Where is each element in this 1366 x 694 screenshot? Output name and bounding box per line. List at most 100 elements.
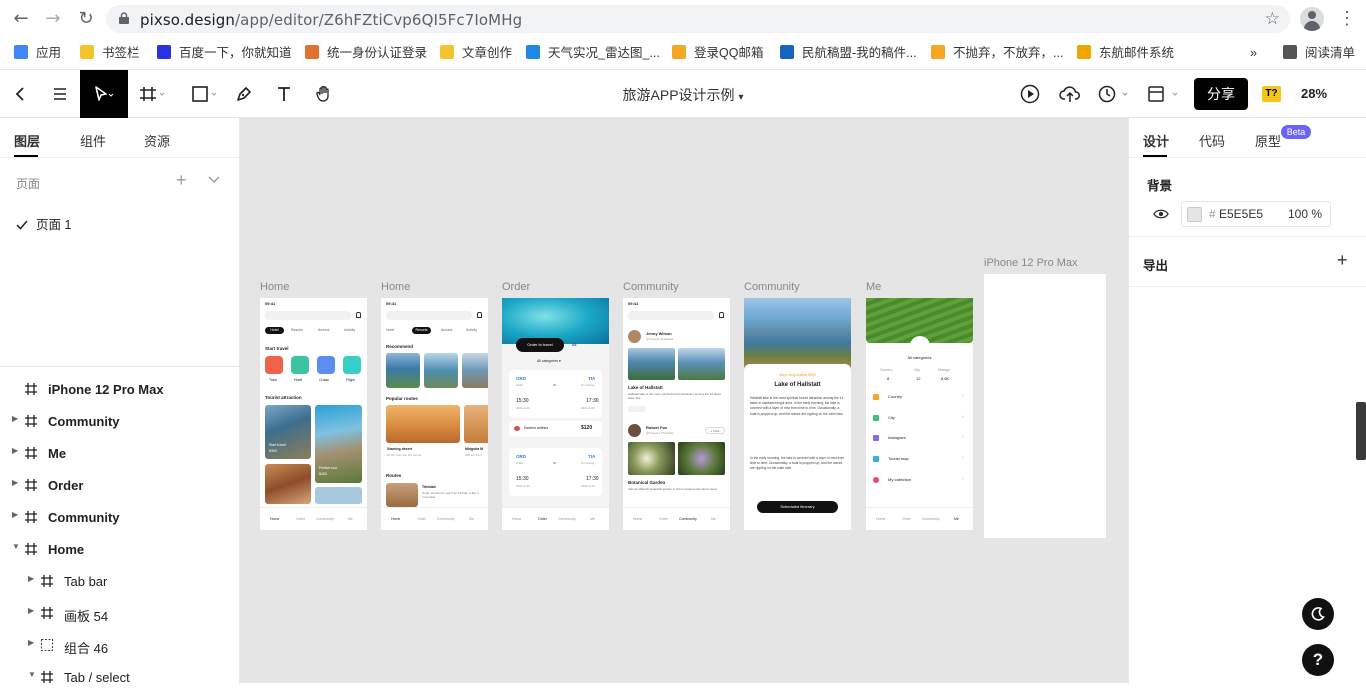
background-color-field[interactable]: # E5E5E5 100 %	[1181, 201, 1331, 227]
frame-icon	[25, 447, 37, 459]
tab-around: Around	[318, 328, 330, 332]
dark-mode-toggle-icon[interactable]	[1302, 598, 1334, 630]
profile-avatar-icon[interactable]	[1300, 7, 1324, 31]
layer-item[interactable]: ▼ Tab / select	[0, 662, 240, 694]
history-icon[interactable]	[1094, 70, 1134, 118]
layer-item[interactable]: ▶ Order	[0, 470, 240, 502]
add-export-icon[interactable]: +	[1337, 250, 1348, 271]
route-2-sub: 300 km from	[465, 453, 482, 457]
bookmark-item[interactable]: 文章创作	[440, 44, 512, 62]
frame-tool-icon[interactable]	[132, 70, 172, 118]
frame-home[interactable]: 09:41 Hotel Resorts Around Activity Star…	[260, 298, 367, 530]
move-tool-icon[interactable]	[80, 70, 128, 118]
caret-down-icon[interactable]: ▼	[12, 542, 20, 551]
side-scroll-handle[interactable]	[1356, 402, 1366, 460]
hex-value-input[interactable]: E5E5E5	[1219, 207, 1263, 221]
play-icon[interactable]	[1010, 70, 1050, 118]
text-tool-icon[interactable]	[264, 70, 304, 118]
caret-right-icon[interactable]: ▶	[12, 478, 18, 487]
attraction-card-4	[315, 487, 362, 504]
caret-right-icon[interactable]: ▶	[28, 638, 34, 647]
layer-item[interactable]: ▼ Home	[0, 534, 240, 566]
frame-label-community[interactable]: Community	[623, 281, 679, 293]
bookmark-item[interactable]: 应用	[14, 44, 61, 62]
zoom-level[interactable]: 28%	[1301, 86, 1327, 101]
bookmark-item[interactable]: 统一身份认证登录	[305, 44, 427, 62]
frame-community[interactable]: 09:41 Jenny Wilson @Traveler #Hallstatt …	[623, 298, 730, 530]
frame-home-2[interactable]: 09:41 Hotel Resorts Around Activity Reco…	[381, 298, 488, 530]
instagram-icon	[873, 435, 879, 441]
hand-tool-icon[interactable]	[304, 70, 344, 118]
caret-right-icon[interactable]: ▶	[28, 574, 34, 583]
design-canvas[interactable]: Home Home Order Community Community Me i…	[240, 118, 1128, 683]
reload-icon[interactable]: ↻	[75, 8, 97, 30]
add-page-icon[interactable]: +	[176, 170, 187, 191]
help-button[interactable]: ?	[1302, 644, 1334, 676]
tab-assets[interactable]: 资源	[144, 131, 170, 150]
frame-order[interactable]: Order to travel All All categories ▾ ORD…	[502, 298, 609, 530]
menu-instagram: Instagram	[888, 435, 906, 440]
tab-components[interactable]: 组件	[80, 131, 106, 150]
forward-arrow-icon[interactable]: →	[42, 8, 64, 30]
tab-around: Around	[441, 328, 453, 332]
upload-cloud-icon[interactable]	[1050, 70, 1090, 118]
opacity-input[interactable]: 100 %	[1288, 207, 1322, 221]
color-swatch[interactable]	[1187, 207, 1202, 222]
caret-down-icon[interactable]: ▼	[28, 670, 36, 679]
tab-code[interactable]: 代码	[1199, 131, 1225, 150]
bookmark-star-icon[interactable]: ☆	[1265, 9, 1280, 29]
caret-right-icon[interactable]: ▶	[12, 510, 18, 519]
layer-item[interactable]: ▶ Tab bar	[0, 566, 240, 598]
layer-item[interactable]: ▶ Community	[0, 406, 240, 438]
frame-label-me[interactable]: Me	[866, 281, 881, 293]
tab-prototype[interactable]: 原型	[1255, 131, 1281, 150]
back-icon[interactable]	[0, 70, 40, 118]
page-item-1[interactable]: 页面 1	[16, 214, 71, 233]
chevron-down-icon[interactable]	[208, 173, 220, 187]
back-arrow-icon[interactable]: ←	[10, 8, 32, 30]
tab-layers[interactable]: 图层	[14, 131, 40, 150]
layer-item[interactable]: ▶ 组合 46	[0, 630, 240, 662]
frame-me[interactable]: All categories Country 8 City 12 Mileage…	[866, 298, 973, 530]
share-button[interactable]: 分享	[1194, 78, 1248, 110]
departure-time: 15:30	[516, 476, 529, 482]
frame-label-iphone[interactable]: iPhone 12 Pro Max	[984, 257, 1078, 269]
hamburger-menu-icon[interactable]	[40, 70, 80, 118]
caret-right-icon[interactable]: ▶	[28, 606, 34, 615]
document-title-caret[interactable]: ▾	[738, 92, 743, 103]
bookmark-item[interactable]: 书签栏	[80, 44, 140, 62]
layer-item[interactable]: ▶ 画板 54	[0, 598, 240, 630]
font-missing-badge[interactable]: T?	[1262, 86, 1281, 102]
browser-menu-icon[interactable]: ⋮	[1338, 8, 1356, 29]
bookmark-item[interactable]: 阅读清单	[1283, 44, 1355, 62]
eye-icon[interactable]	[1153, 208, 1169, 220]
frame-label-order[interactable]: Order	[502, 281, 530, 293]
pen-tool-icon[interactable]	[224, 70, 264, 118]
frame-icon	[25, 383, 37, 395]
frame-label-home[interactable]: Home	[260, 281, 289, 293]
tab-design[interactable]: 设计	[1143, 131, 1169, 150]
frame-label-community-2[interactable]: Community	[744, 281, 800, 293]
post-2-title: Botanical Garden	[628, 480, 666, 485]
frame-iphone-12-pro-max[interactable]	[984, 274, 1106, 538]
document-title-text[interactable]: 旅游APP设计示例	[623, 87, 735, 103]
bookmark-item[interactable]: 天气实况_雷达图_...	[526, 44, 660, 62]
flight-tile	[343, 356, 361, 374]
frame-community-2[interactable]: Mayo long Austria $999 Lake of Hallstatt…	[744, 298, 851, 530]
layer-item[interactable]: ▶ Me	[0, 438, 240, 470]
bookmark-item[interactable]: 百度一下，你就知道	[157, 44, 292, 62]
rectangle-tool-icon[interactable]	[184, 70, 224, 118]
caret-right-icon[interactable]: ▶	[12, 446, 18, 455]
layer-item[interactable]: ▶ Community	[0, 502, 240, 534]
bookmark-item[interactable]: 不抛弃，不放弃，...	[931, 44, 1063, 62]
bookmark-item[interactable]: 民航稿盟-我的稿件...	[780, 44, 917, 62]
layer-item[interactable]: iPhone 12 Pro Max	[0, 374, 240, 406]
stat-city-value: 12	[916, 376, 921, 381]
layout-panel-icon[interactable]	[1144, 70, 1184, 118]
bookmark-item[interactable]: 登录QQ邮箱	[672, 44, 763, 62]
caret-right-icon[interactable]: ▶	[12, 414, 18, 423]
bookmark-item[interactable]: 东航邮件系统	[1077, 44, 1174, 62]
frame-label-home-2[interactable]: Home	[381, 281, 410, 293]
address-field[interactable]: pixso.design/app/editor/Z6hFZtiCvp6QI5Fc…	[106, 5, 1290, 33]
bookmark-item[interactable]: »	[1250, 44, 1257, 62]
